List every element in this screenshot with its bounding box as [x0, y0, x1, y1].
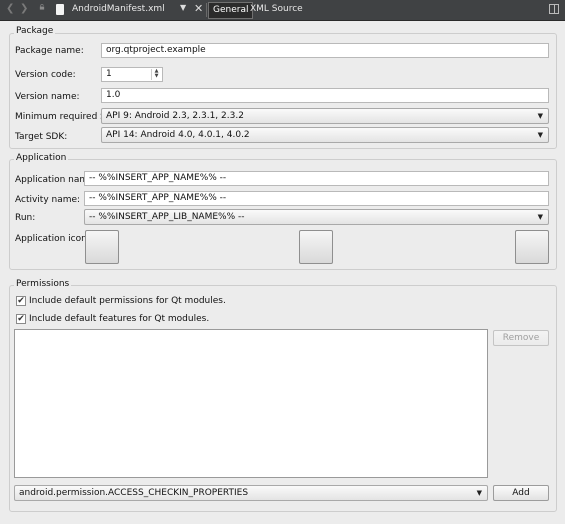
- application-section-title: Application: [14, 153, 69, 163]
- tab-xml-source[interactable]: XML Source: [246, 2, 307, 17]
- application-icon-label: Application icon:: [15, 234, 90, 244]
- permissions-list[interactable]: [14, 329, 488, 478]
- run-select[interactable]: -- %%INSERT_APP_LIB_NAME%% -- ▼: [84, 209, 549, 225]
- chevron-down-icon: ▼: [537, 131, 543, 139]
- lock-icon[interactable]: [39, 4, 45, 10]
- target-sdk-value: API 14: Android 4.0, 4.0.1, 4.0.2: [106, 130, 250, 140]
- min-sdk-select[interactable]: API 9: Android 2.3, 2.3.1, 2.3.2 ▼: [101, 108, 549, 124]
- version-name-label: Version name:: [15, 92, 80, 102]
- file-icon: [56, 4, 64, 15]
- default-permissions-label[interactable]: Include default permissions for Qt modul…: [29, 296, 226, 306]
- stepper-down-icon[interactable]: ▼: [152, 74, 161, 79]
- target-sdk-label: Target SDK:: [15, 132, 68, 142]
- toolbar-separator: [206, 3, 207, 17]
- chevron-down-icon: ▼: [537, 213, 543, 221]
- high-dpi-icon-button[interactable]: [515, 230, 549, 264]
- medium-dpi-icon-button[interactable]: [299, 230, 333, 264]
- default-permissions-checkbox[interactable]: ✔: [16, 296, 26, 306]
- remove-button[interactable]: Remove: [493, 330, 549, 346]
- version-code-stepper[interactable]: ▲ ▼: [151, 69, 161, 80]
- run-value: -- %%INSERT_APP_LIB_NAME%% --: [89, 212, 245, 222]
- package-section-title: Package: [14, 26, 56, 36]
- activity-name-label: Activity name:: [15, 195, 81, 205]
- permissions-section-title: Permissions: [14, 279, 72, 289]
- activity-name-field[interactable]: -- %%INSERT_APP_NAME%% --: [84, 191, 549, 206]
- permission-select-value: android.permission.ACCESS_CHECKIN_PROPER…: [19, 488, 249, 498]
- add-button[interactable]: Add: [493, 485, 549, 501]
- version-code-label: Version code:: [15, 70, 76, 80]
- editor-toolbar: ❮ ❯ AndroidManifest.xml ▼ ✕ General XML …: [0, 0, 565, 21]
- file-name[interactable]: AndroidManifest.xml: [72, 4, 165, 14]
- permission-select[interactable]: android.permission.ACCESS_CHECKIN_PROPER…: [14, 485, 488, 501]
- target-sdk-select[interactable]: API 14: Android 4.0, 4.0.1, 4.0.2 ▼: [101, 127, 549, 143]
- chevron-down-icon: ▼: [476, 489, 482, 497]
- min-sdk-value: API 9: Android 2.3, 2.3.1, 2.3.2: [106, 111, 244, 121]
- run-label: Run:: [15, 213, 36, 223]
- split-view-icon[interactable]: [549, 4, 559, 14]
- chevron-down-icon: ▼: [537, 112, 543, 120]
- package-name-label: Package name:: [15, 46, 84, 56]
- version-code-value: 1: [106, 69, 112, 79]
- default-features-label[interactable]: Include default features for Qt modules.: [29, 314, 209, 324]
- application-name-field[interactable]: -- %%INSERT_APP_NAME%% --: [84, 171, 549, 186]
- version-name-field[interactable]: 1.0: [101, 88, 549, 103]
- package-name-field[interactable]: org.qtproject.example: [101, 43, 549, 58]
- back-arrow-icon[interactable]: ❮: [6, 3, 14, 14]
- close-icon[interactable]: ✕: [194, 2, 203, 15]
- default-features-checkbox[interactable]: ✔: [16, 314, 26, 324]
- low-dpi-icon-button[interactable]: [85, 230, 119, 264]
- chevron-down-icon[interactable]: ▼: [180, 3, 186, 12]
- forward-arrow-icon[interactable]: ❯: [20, 3, 28, 14]
- version-code-field[interactable]: 1 ▲ ▼: [101, 67, 163, 82]
